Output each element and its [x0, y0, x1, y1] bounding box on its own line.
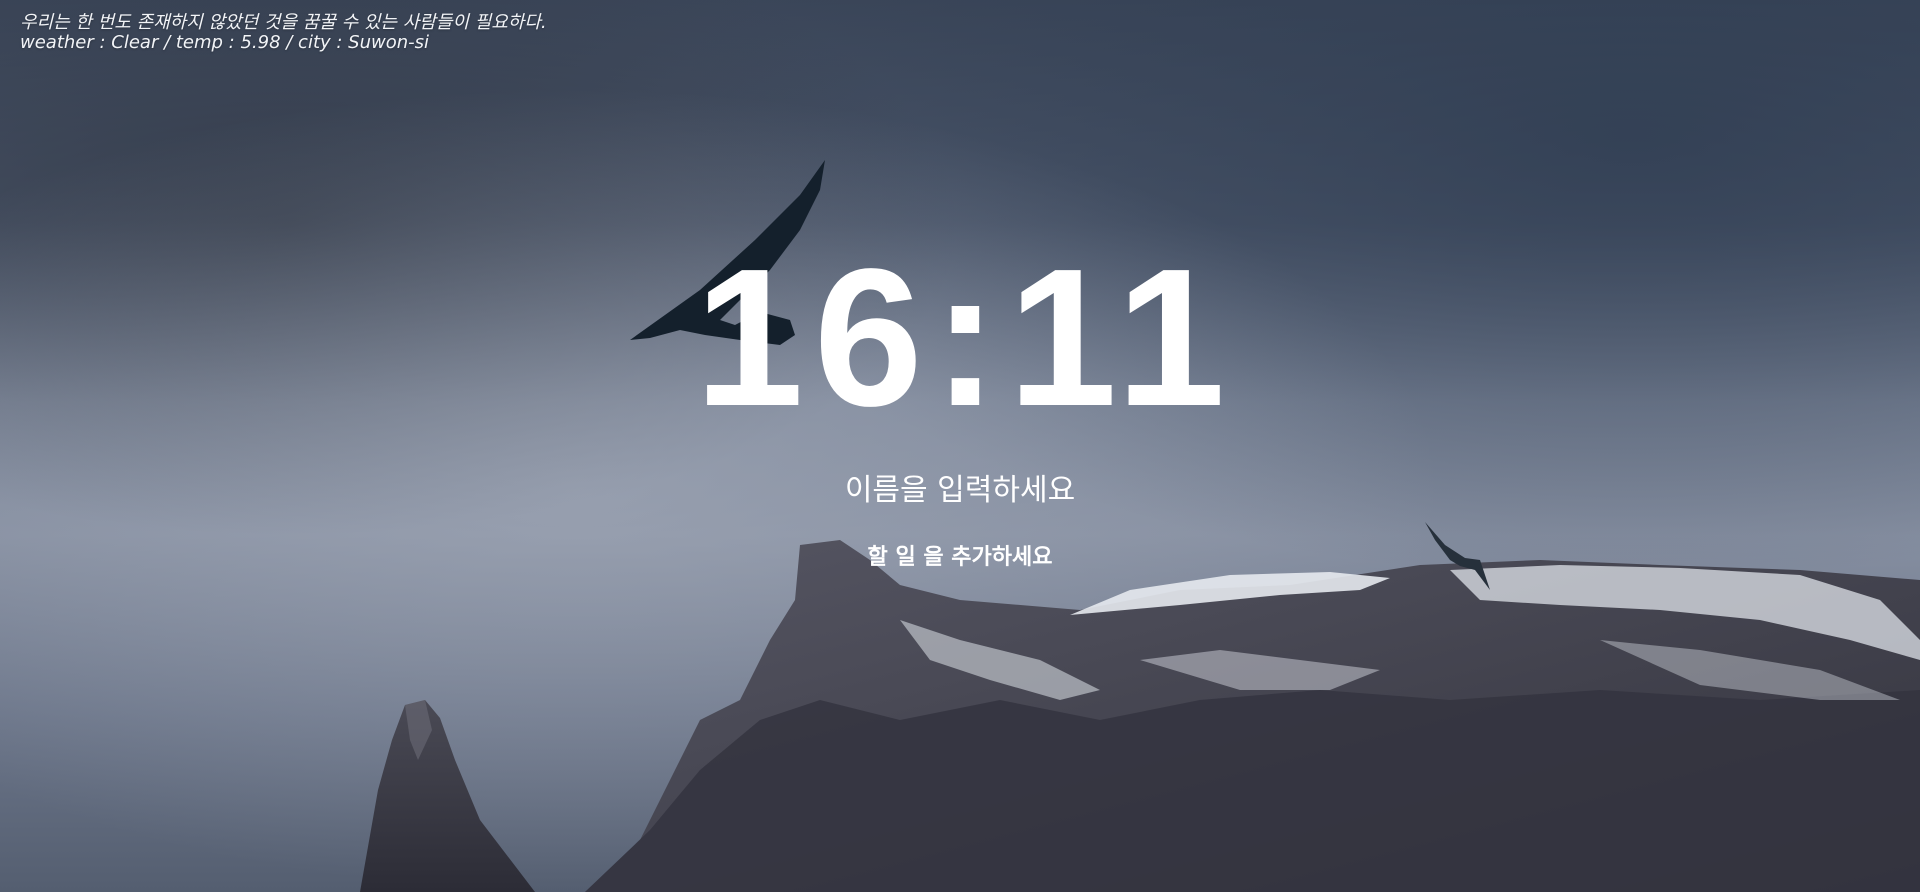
todo-form [808, 512, 1112, 574]
quote-text: 우리는 한 번도 존재하지 않았던 것을 꿈꿀 수 있는 사람들이 필요하다. [20, 12, 547, 33]
clock-display: 16:11 [694, 228, 1236, 447]
todo-input[interactable] [808, 542, 1112, 574]
main-center: 16:11 [0, 238, 1920, 574]
name-input[interactable] [808, 470, 1112, 512]
quote-and-weather: 우리는 한 번도 존재하지 않았던 것을 꿈꿀 수 있는 사람들이 필요하다. … [20, 13, 547, 53]
weather-info: weather : Clear / temp : 5.98 / city : S… [20, 32, 430, 53]
greeting-form [808, 438, 1112, 512]
